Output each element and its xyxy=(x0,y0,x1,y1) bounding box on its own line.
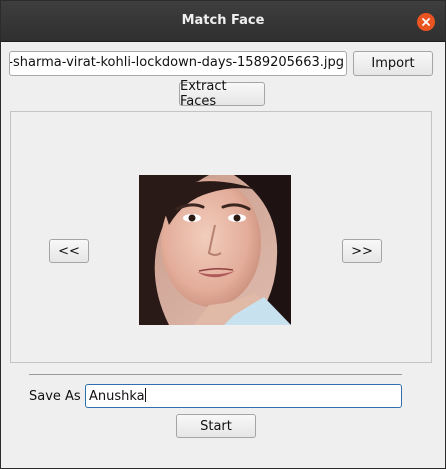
next-face-button[interactable]: >> xyxy=(342,239,382,263)
save-as-label: Save As : xyxy=(29,389,90,404)
divider xyxy=(29,374,402,375)
file-path-value: ushka-sharma-virat-kohli-lockdown-days-1… xyxy=(10,55,344,70)
window-title: Match Face xyxy=(181,13,265,28)
import-button[interactable]: Import xyxy=(353,51,433,76)
match-face-window: Match Face ushka-sharma-virat-kohli-lock… xyxy=(0,0,446,469)
save-as-input[interactable]: Anushka xyxy=(85,384,402,408)
start-button[interactable]: Start xyxy=(176,414,256,438)
extract-faces-button[interactable]: Extract Faces xyxy=(179,79,265,109)
close-icon xyxy=(422,18,430,26)
save-as-value: Anushka xyxy=(89,389,145,404)
close-button[interactable] xyxy=(417,13,435,31)
previous-face-button[interactable]: << xyxy=(49,239,89,263)
title-bar: Match Face xyxy=(1,1,445,42)
face-thumbnail xyxy=(139,175,291,325)
text-caret xyxy=(144,388,146,402)
file-path-field[interactable]: ushka-sharma-virat-kohli-lockdown-days-1… xyxy=(9,51,347,76)
